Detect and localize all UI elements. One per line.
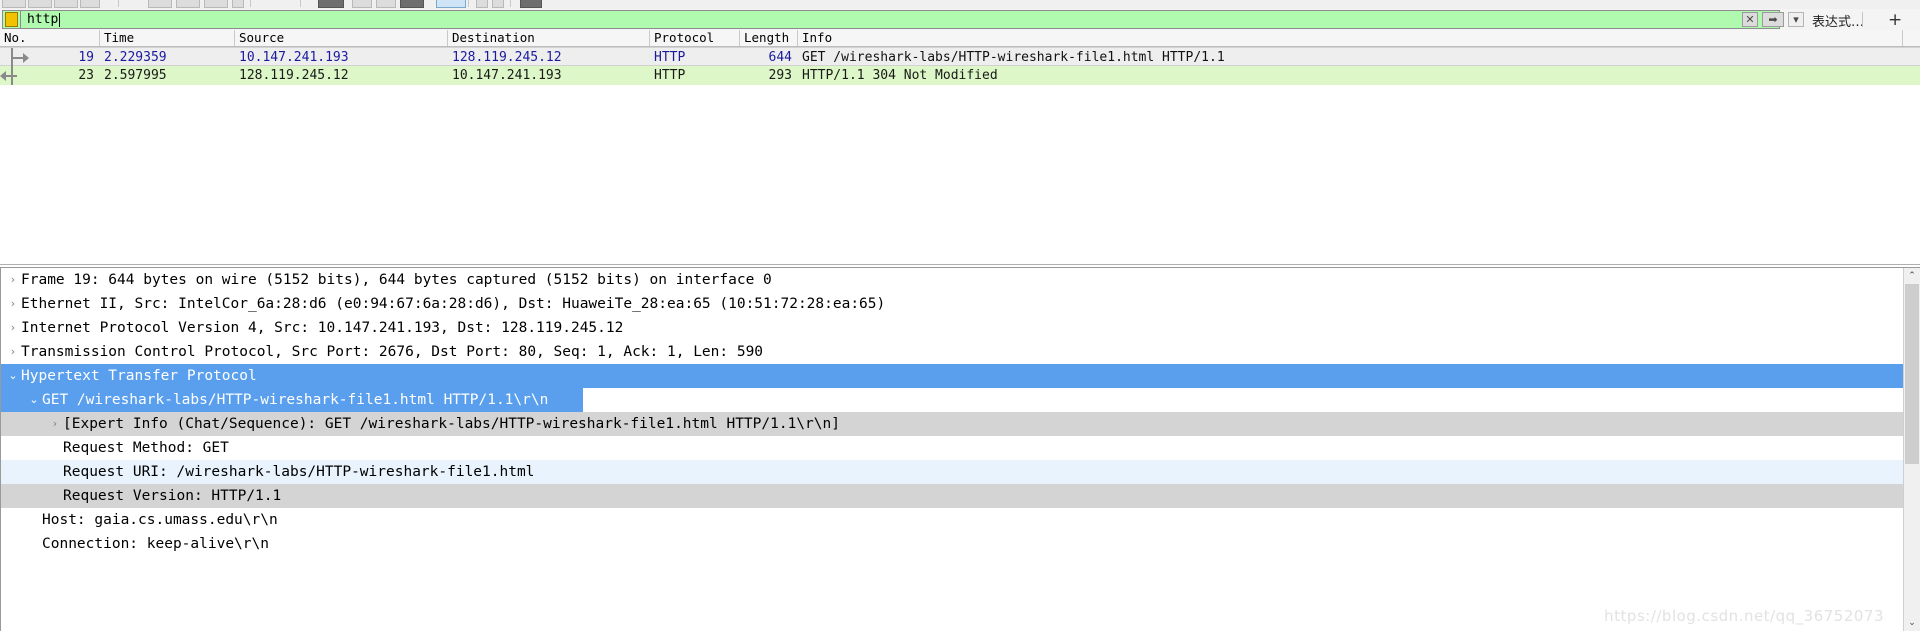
detail-tree-label: Request URI: /wireshark-labs/HTTP-wiresh… [63,464,535,480]
detail-tree-label: Transmission Control Protocol, Src Port:… [21,344,764,360]
resize-columns-button[interactable] [520,0,542,8]
detail-tree-label: Connection: keep-alive\r\n [42,536,269,552]
packet-list-pane[interactable]: No. Time Source Destination Protocol Length In… [0,30,1920,265]
packet-protocol: HTTP [654,50,686,65]
detail-tree-row[interactable]: Request Version: HTTP/1.1 [1,484,1920,508]
packet-source: 128.119.245.12 [239,68,349,83]
packet-list-header[interactable]: No. Time Source Destination Protocol Length In… [0,30,1920,47]
packet-length: 644 [768,50,792,65]
clear-filter-button[interactable]: ✕ [1742,12,1758,27]
toolbar-separator [118,0,119,7]
watermark-text: https://blog.csdn.net/qq_36752073 [1604,607,1884,625]
open-file-button[interactable] [148,0,172,8]
detail-tree-row[interactable]: ⌄ Hypertext Transfer Protocol [1,364,1920,388]
chevron-down-icon[interactable]: ⌄ [26,388,42,412]
detail-tree-row[interactable]: ⌄ GET /wireshark-labs/HTTP-wireshark-file… [1,388,1920,412]
packet-info: HTTP/1.1 304 Not Modified [802,68,998,83]
toolbar-separator [250,0,251,7]
packet-detail-pane[interactable]: › Frame 19: 644 bytes on wire (5152 bits)… [0,267,1920,631]
chevron-right-icon[interactable]: › [5,316,21,340]
selection-highlight [1,364,1904,388]
scroll-up-arrow-icon[interactable]: ⌃ [1904,268,1920,284]
packet-protocol: HTTP [654,68,686,83]
restart-capture-button[interactable] [54,0,78,8]
detail-tree-label: Internet Protocol Version 4, Src: 10.147… [21,320,624,336]
go-back-button[interactable] [352,0,372,8]
packet-time: 2.229359 [104,50,167,65]
detail-tree-label: Request Method: GET [63,440,229,456]
packet-no: 19 [78,50,94,65]
column-header-protocol[interactable]: Protocol [650,30,740,46]
zoom-in-button[interactable] [476,0,488,8]
column-header-length[interactable]: Length [740,30,798,46]
column-header-destination[interactable]: Destination [448,30,650,46]
chevron-right-icon[interactable]: › [47,412,63,436]
packet-length: 293 [768,68,792,83]
go-to-packet-button[interactable] [400,0,424,8]
chevron-right-icon[interactable]: › [5,268,21,292]
go-forward-button[interactable] [376,0,396,8]
save-file-button[interactable] [176,0,200,8]
detail-tree-label: Frame 19: 644 bytes on wire (5152 bits),… [21,272,772,288]
packet-no: 23 [78,68,94,83]
detail-tree-row[interactable]: › [Expert Info (Chat/Sequence): GET /wire… [1,412,1920,436]
display-filter-value: http [27,12,59,27]
colorize-button[interactable] [436,0,466,8]
toolbar-separator [468,0,469,7]
find-packet-button[interactable] [318,0,344,8]
packet-source: 10.147.241.193 [239,50,349,65]
toolbar-divider [1862,12,1863,27]
scroll-down-arrow-icon[interactable]: ⌄ [1904,615,1920,631]
packet-row[interactable]: 23 2.597995 128.119.245.12 10.147.241.193 HT… [0,66,1920,85]
packet-row[interactable]: 19 2.229359 10.147.241.193 128.119.245.12 HT… [0,47,1920,67]
detail-tree-label: Host: gaia.cs.umass.edu\r\n [42,512,278,528]
packet-detail-tree[interactable]: › Frame 19: 644 bytes on wire (5152 bits)… [1,268,1920,556]
packet-destination: 10.147.241.193 [452,68,562,83]
text-caret [59,12,61,27]
detail-tree-row[interactable]: › Transmission Control Protocol, Src Port… [1,340,1920,364]
detail-tree-row[interactable]: › Ethernet II, Src: IntelCor_6a:28:d6 (e0… [1,292,1920,316]
detail-vertical-scrollbar[interactable]: ⌃ ⌄ [1903,268,1920,631]
column-header-time[interactable]: Time [100,30,235,46]
packet-time: 2.597995 [104,68,167,83]
stop-capture-button[interactable] [28,0,52,8]
packet-info: GET /wireshark-labs/HTTP-wireshark-file1… [802,50,1225,65]
add-filter-button[interactable]: + [1888,10,1902,30]
detail-tree-row[interactable]: › Internet Protocol Version 4, Src: 10.14… [1,316,1920,340]
packet-list-rows[interactable]: 19 2.229359 10.147.241.193 128.119.245.12 HT… [0,47,1920,85]
detail-tree-row[interactable]: Request URI: /wireshark-labs/HTTP-wiresh… [1,460,1920,484]
apply-filter-button[interactable]: ➡ [1762,12,1784,27]
detail-tree-row[interactable]: Request Method: GET [1,436,1920,460]
detail-tree-row[interactable]: Connection: keep-alive\r\n [1,532,1920,556]
chevron-right-icon[interactable]: › [5,292,21,316]
display-filter-bar: http ✕ ➡ ▾ 表达式… + [0,9,1920,30]
detail-tree-label: Hypertext Transfer Protocol [21,368,257,384]
detail-tree-label: Request Version: HTTP/1.1 [63,488,282,504]
column-header-no[interactable]: No. [0,30,100,46]
toolbar-separator [510,0,511,7]
filter-dropdown-button[interactable]: ▾ [1788,12,1804,27]
chevron-down-icon[interactable]: ⌄ [5,364,21,388]
chevron-right-icon[interactable]: › [5,340,21,364]
bookmark-icon[interactable] [5,12,18,27]
detail-tree-label: GET /wireshark-labs/HTTP-wireshark-file1… [42,392,549,408]
detail-tree-row[interactable]: Host: gaia.cs.umass.edu\r\n [1,508,1920,532]
filter-expression-button[interactable]: 表达式… [1812,11,1864,30]
toolbar-separator [300,0,301,7]
column-header-info[interactable]: Info [798,30,1903,46]
display-filter-input[interactable]: http [2,10,1780,29]
packet-destination: 128.119.245.12 [452,50,562,65]
capture-options-button[interactable] [80,0,100,8]
detail-tree-label: [Expert Info (Chat/Sequence): GET /wires… [63,416,840,432]
close-file-button[interactable] [204,0,228,8]
detail-tree-row[interactable]: › Frame 19: 644 bytes on wire (5152 bits)… [1,268,1920,292]
detail-tree-label: Ethernet II, Src: IntelCor_6a:28:d6 (e0:… [21,296,886,312]
start-capture-button[interactable] [2,0,26,8]
reload-file-button[interactable] [232,0,244,8]
scrollbar-thumb[interactable] [1905,284,1919,464]
column-header-source[interactable]: Source [235,30,448,46]
zoom-out-button[interactable] [492,0,504,8]
wireshark-window: http ✕ ➡ ▾ 表达式… + No. Time Source Destinati… [0,0,1920,631]
